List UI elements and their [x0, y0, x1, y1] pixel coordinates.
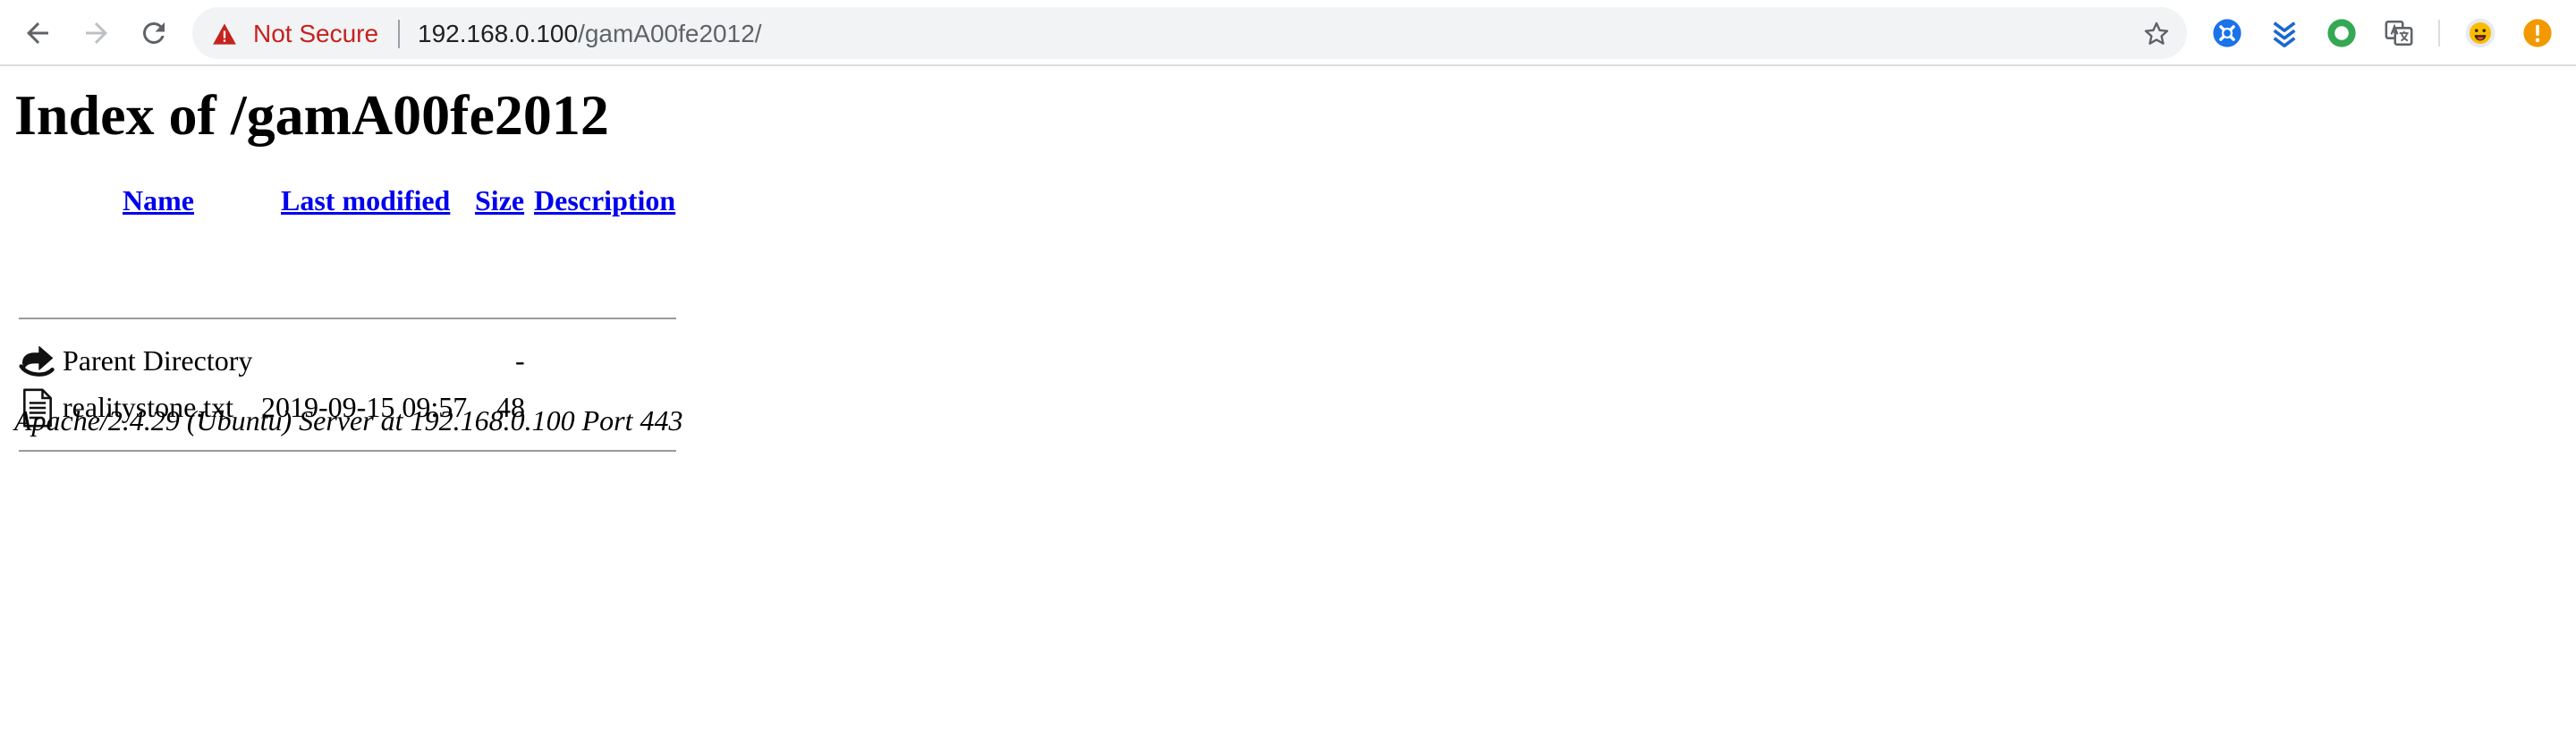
sort-by-last-modified-link[interactable]: Last modified: [281, 184, 450, 216]
star-bookmark-icon[interactable]: [2142, 20, 2171, 48]
blue-chevrons-extension-icon[interactable]: [2269, 18, 2300, 48]
address-bar[interactable]: Not Secure 192.168.0.100/gamA00fe2012/: [192, 7, 2187, 59]
not-secure-label[interactable]: Not Secure: [253, 20, 378, 48]
column-header-description: Description: [534, 182, 675, 218]
browser-toolbar: Not Secure 192.168.0.100/gamA00fe2012/: [0, 0, 2576, 66]
reload-icon[interactable]: [138, 17, 170, 49]
footer-divider: [19, 450, 676, 452]
sort-by-description-link[interactable]: Description: [534, 184, 675, 216]
blue-compass-extension-icon[interactable]: [2212, 18, 2242, 48]
column-header-name: Name: [123, 182, 194, 218]
back-arrow-folder-icon: [19, 345, 55, 377]
url-path: /gamA00fe2012/: [578, 20, 762, 47]
header-divider: [19, 318, 676, 319]
omnibox-divider: [398, 20, 400, 48]
back-arrow-icon[interactable]: [21, 17, 54, 49]
extensions-divider: [2438, 20, 2440, 47]
url-text[interactable]: 192.168.0.100/gamA00fe2012/: [418, 20, 762, 48]
sort-by-size-link[interactable]: Size: [475, 184, 524, 216]
forward-arrow-icon[interactable]: [80, 17, 113, 49]
server-signature: Apache/2.4.29 (Ubuntu) Server at 192.168…: [14, 404, 683, 437]
smiley-avatar-icon[interactable]: [2465, 18, 2496, 48]
page-title: Index of /gamA00fe2012: [14, 83, 609, 147]
url-host: 192.168.0.100: [418, 20, 579, 47]
translate-extension-icon[interactable]: [2384, 18, 2414, 48]
parent-directory-link[interactable]: Parent Directory: [63, 344, 252, 377]
row-name-cell: Parent Directory: [63, 343, 252, 378]
column-header-last-modified: Last modified: [281, 182, 450, 218]
orange-alert-icon[interactable]: [2522, 18, 2553, 48]
green-ring-extension-icon[interactable]: [2326, 18, 2357, 48]
column-header-size: Size: [475, 182, 524, 218]
row-size-cell: -: [515, 344, 525, 377]
warning-triangle-icon: [213, 23, 236, 45]
sort-by-name-link[interactable]: Name: [123, 184, 194, 216]
